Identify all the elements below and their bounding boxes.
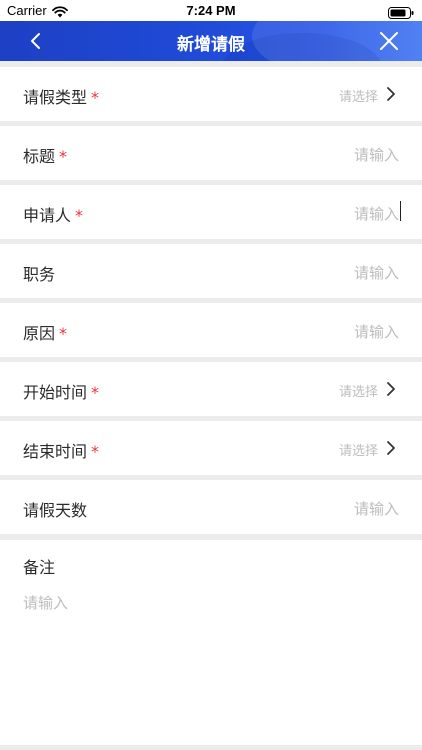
- status-bar: Carrier 7:24 PM: [0, 0, 422, 21]
- leave-type-select[interactable]: 请选择: [339, 86, 378, 105]
- applicant-input[interactable]: 请输入: [354, 203, 399, 224]
- title-row[interactable]: 标题 * 请输入: [0, 126, 422, 180]
- position-row[interactable]: 职务 请输入: [0, 244, 422, 298]
- leave-type-row[interactable]: 请假类型 * 请选择: [0, 67, 422, 121]
- required-marker: *: [91, 442, 100, 461]
- required-marker: *: [75, 206, 84, 225]
- required-marker: *: [59, 147, 68, 166]
- remarks-label: 备注: [23, 558, 56, 577]
- position-input[interactable]: 请输入: [354, 262, 399, 283]
- reason-input[interactable]: 请输入: [354, 321, 399, 342]
- leave-form: 请假类型 * 请选择 标题 * 请输入 申请人 * 请输入 职务 请输入 原因 * 请输…: [0, 67, 422, 539]
- start-time-label: 开始时间 *: [23, 383, 100, 402]
- title-label: 标题 *: [23, 147, 68, 166]
- text-cursor: [400, 201, 401, 221]
- close-button[interactable]: [378, 30, 400, 52]
- required-marker: *: [59, 324, 68, 343]
- page-title: 新增请假: [177, 35, 245, 55]
- start-time-row[interactable]: 开始时间 * 请选择: [0, 362, 422, 416]
- reason-row[interactable]: 原因 * 请输入: [0, 303, 422, 357]
- leave-days-input[interactable]: 请输入: [354, 498, 399, 519]
- start-time-select[interactable]: 请选择: [339, 381, 378, 400]
- end-time-row[interactable]: 结束时间 * 请选择: [0, 421, 422, 475]
- end-time-label: 结束时间 *: [23, 442, 100, 461]
- remarks-section[interactable]: 备注 请输入: [0, 540, 422, 750]
- leave-days-label: 请假天数: [23, 501, 88, 520]
- applicant-label: 申请人 *: [23, 206, 84, 225]
- chevron-right-icon: [387, 87, 395, 101]
- leave-days-row[interactable]: 请假天数 请输入: [0, 480, 422, 534]
- required-marker: *: [91, 88, 100, 107]
- chevron-right-icon: [387, 441, 395, 455]
- required-marker: *: [91, 383, 100, 402]
- applicant-row[interactable]: 申请人 * 请输入: [0, 185, 422, 239]
- nav-bar: 新增请假: [0, 21, 422, 61]
- leave-type-label: 请假类型 *: [23, 88, 100, 107]
- chevron-right-icon: [387, 382, 395, 396]
- title-input[interactable]: 请输入: [354, 144, 399, 165]
- position-label: 职务: [23, 265, 56, 284]
- end-time-select[interactable]: 请选择: [339, 440, 378, 459]
- close-icon: [380, 32, 398, 50]
- reason-label: 原因 *: [23, 324, 68, 343]
- clock: 7:24 PM: [186, 3, 236, 18]
- remarks-textarea[interactable]: 请输入: [23, 592, 68, 613]
- bottom-divider: [0, 745, 422, 750]
